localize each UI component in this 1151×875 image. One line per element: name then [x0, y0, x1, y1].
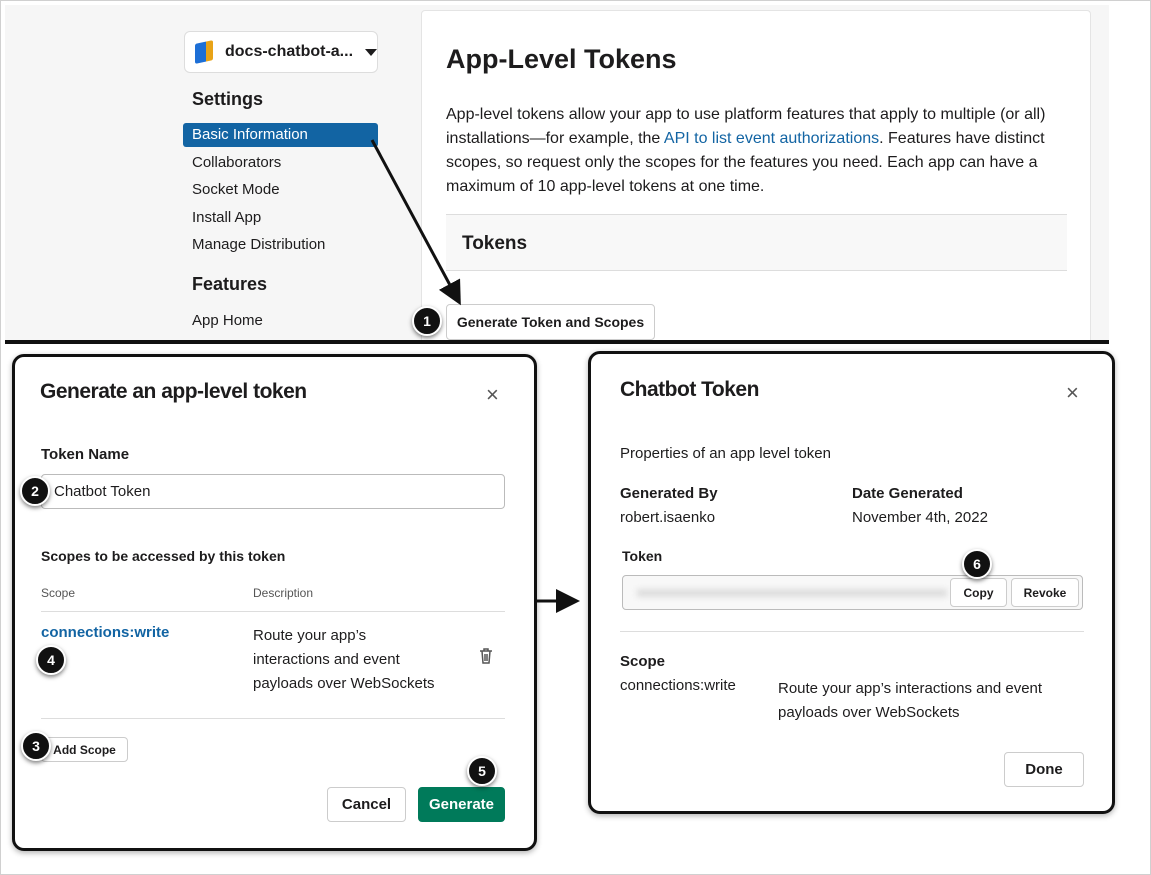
step-badge-4: 4 — [36, 645, 66, 675]
description: App-level tokens allow your app to use p… — [446, 103, 1066, 199]
revoke-button[interactable]: Revoke — [1011, 578, 1079, 607]
generate-token-modal — [12, 354, 537, 851]
desc-line: payloads over WebSockets — [253, 675, 435, 692]
divider — [41, 611, 505, 612]
token-name-input[interactable]: Chatbot Token — [41, 474, 505, 509]
generated-by-value: robert.isaenko — [620, 509, 716, 526]
api-link[interactable]: API to list event authorizations — [664, 130, 879, 147]
page-title: App-Level Tokens — [446, 44, 677, 74]
scope-label: Scope — [620, 653, 666, 670]
col-description: Description — [253, 586, 314, 600]
blurred-token — [637, 589, 947, 597]
app-name: docs-chatbot-a... — [225, 43, 354, 60]
scope-description: Route your app’s interactions and event p… — [778, 677, 1042, 725]
features-heading: Features — [192, 274, 268, 294]
sidebar-item-manage-distribution[interactable]: Manage Distribution — [192, 236, 325, 253]
desc-line: Route your app’s — [253, 627, 367, 644]
sidebar-item-app-home[interactable]: App Home — [192, 312, 263, 329]
app-selector[interactable]: docs-chatbot-a... — [184, 31, 378, 73]
close-icon[interactable]: × — [1066, 380, 1079, 406]
step-badge-1: 1 — [412, 306, 442, 336]
desc-line: payloads over WebSockets — [778, 704, 960, 721]
close-icon[interactable]: × — [486, 382, 499, 408]
modal-title: Generate an app-level token — [40, 380, 307, 403]
add-scope-button[interactable]: Add Scope — [41, 737, 128, 762]
token-name-label: Token Name — [41, 446, 130, 463]
section-divider — [5, 340, 1109, 344]
scope-link[interactable]: connections:write — [41, 624, 169, 641]
settings-heading: Settings — [192, 89, 264, 109]
step-badge-2: 2 — [20, 476, 50, 506]
done-button[interactable]: Done — [1004, 752, 1084, 787]
scope-value: connections:write — [620, 677, 736, 694]
sidebar-item-collaborators[interactable]: Collaborators — [192, 154, 281, 171]
step-badge-5: 5 — [467, 756, 497, 786]
desc-line: Route your app’s interactions and event — [778, 680, 1043, 697]
date-generated-value: November 4th, 2022 — [852, 509, 988, 526]
desc-line: interactions and event — [253, 651, 400, 668]
scopes-heading: Scopes to be accessed by this token — [41, 548, 286, 564]
sidebar-item-socket-mode[interactable]: Socket Mode — [192, 181, 280, 198]
trash-icon[interactable] — [478, 647, 494, 665]
generate-button[interactable]: Generate — [418, 787, 505, 822]
generate-token-button[interactable]: Generate Token and Scopes — [446, 304, 655, 340]
copy-button[interactable]: Copy — [950, 578, 1007, 607]
divider — [620, 631, 1084, 632]
scope-description: Route your app’s interactions and event pa… — [253, 624, 435, 696]
caret-down-icon — [365, 48, 377, 56]
app-icon — [195, 40, 213, 64]
step-badge-3: 3 — [21, 731, 51, 761]
generated-by-label: Generated By — [620, 485, 718, 502]
tokens-section-header: Tokens — [446, 214, 1067, 271]
date-generated-label: Date Generated — [852, 485, 963, 502]
col-scope: Scope — [41, 586, 76, 600]
cancel-button[interactable]: Cancel — [327, 787, 406, 822]
modal-subtitle: Properties of an app level token — [620, 445, 831, 462]
token-label: Token — [622, 548, 663, 564]
sidebar-item-install-app[interactable]: Install App — [192, 209, 261, 226]
sidebar-item-basic-information[interactable]: Basic Information — [183, 123, 378, 147]
divider — [41, 718, 505, 719]
modal-title: Chatbot Token — [620, 378, 759, 401]
step-badge-6: 6 — [962, 549, 992, 579]
